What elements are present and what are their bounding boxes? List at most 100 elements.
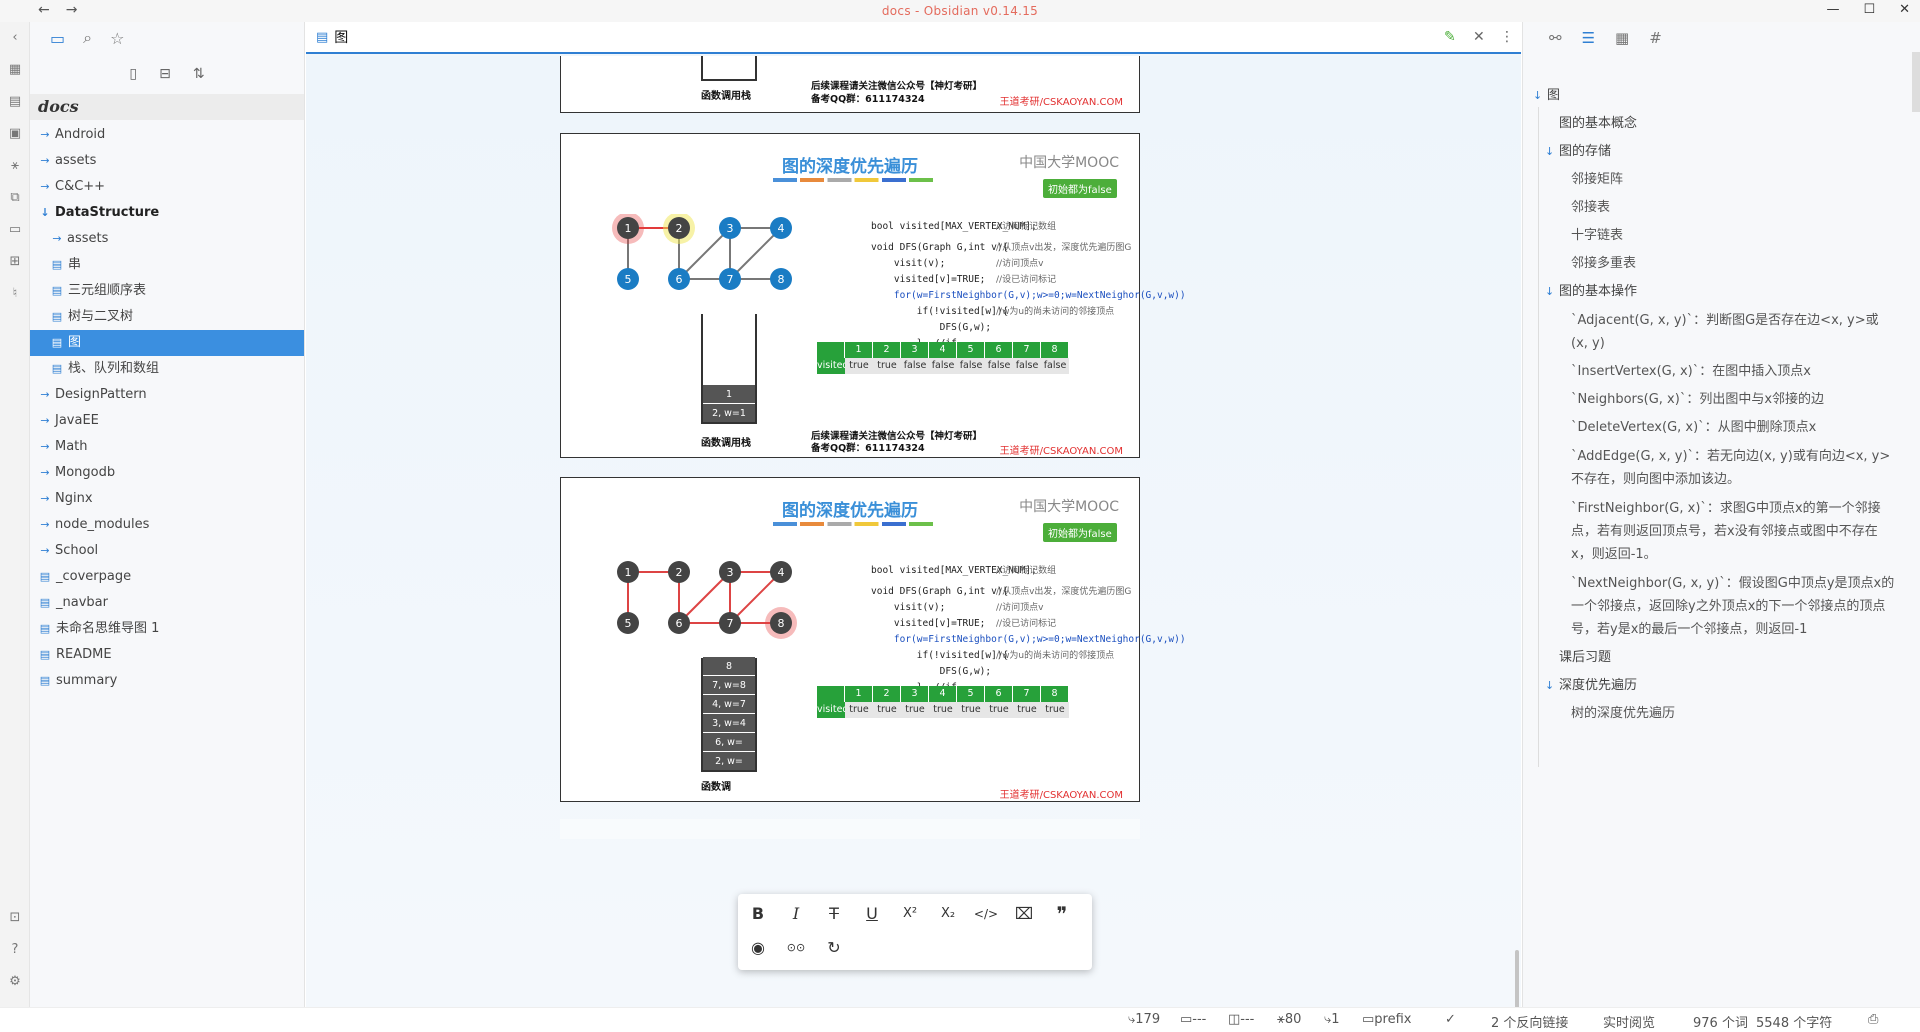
status-item[interactable]: ◫--- — [1228, 1012, 1254, 1027]
vault-switch-icon[interactable]: ⊡ — [7, 910, 23, 926]
tree-file[interactable]: ▤ _coverpage — [30, 564, 304, 590]
settings-gear-icon[interactable]: ⚙ — [7, 974, 23, 990]
reading-glasses-button[interactable]: ⊙⊙ — [782, 934, 810, 962]
note-title[interactable]: 图 — [334, 27, 348, 47]
table-icon[interactable]: ▦ — [7, 62, 23, 78]
tree-folder[interactable]: → School — [30, 538, 304, 564]
editor-scrollbar[interactable] — [1515, 950, 1519, 1010]
outline-heading[interactable]: 十字链表 — [1523, 222, 1913, 250]
search-icon[interactable]: ⌕ — [83, 28, 92, 48]
forward-icon[interactable]: → — [66, 2, 78, 18]
tree-file[interactable]: ▤ 串 — [30, 252, 304, 278]
status-item[interactable]: ▭--- — [1180, 1012, 1206, 1027]
outline-heading[interactable]: 树的深度优先遍历 — [1523, 700, 1913, 728]
outline-heading[interactable]: 图的基本概念 — [1523, 110, 1913, 138]
outline-heading[interactable]: `InsertVertex(G, x)`：在图中插入顶点x — [1523, 358, 1913, 386]
tree-folder[interactable]: ↓ DataStructure — [30, 200, 304, 226]
tree-folder[interactable]: → Mongodb — [30, 460, 304, 486]
redo-button[interactable]: ↻ — [820, 934, 848, 962]
outline-heading[interactable]: ↓ 图 — [1523, 82, 1913, 110]
chevron-down-icon[interactable]: ↓ — [1533, 82, 1547, 110]
collapse-sidebar-icon[interactable]: ‹ — [7, 30, 23, 46]
bold-button[interactable]: B — [744, 900, 772, 928]
microphone-icon[interactable]: ♮ — [7, 286, 23, 302]
close-tab-icon[interactable]: ✕ — [1473, 29, 1485, 45]
outline-heading[interactable]: `AddEdge(G, x, y)`：若无向边(x, y)或有向边<x, y>不… — [1523, 442, 1913, 494]
chevron-down-icon[interactable]: ↓ — [1545, 278, 1559, 306]
subscript-button[interactable]: X₂ — [934, 900, 962, 928]
status-item[interactable]: ⚹80 — [1277, 1012, 1301, 1027]
table-alt-icon[interactable]: ▤ — [7, 94, 23, 110]
sync-check-icon[interactable]: ✓ — [1445, 1012, 1456, 1027]
tree-folder[interactable]: → assets — [30, 148, 304, 174]
quote-button[interactable]: ❞ — [1048, 900, 1076, 928]
outline-heading[interactable]: 课后习题 — [1523, 644, 1913, 672]
tree-file[interactable]: ▤ 未命名思维导图 1 — [30, 616, 304, 642]
tree-file[interactable]: ▤ 树与二叉树 — [30, 304, 304, 330]
star-icon[interactable]: ☆ — [110, 29, 124, 48]
folder-tab-icon[interactable]: ▭ — [50, 29, 65, 48]
more-options-icon[interactable]: ⋮ — [1500, 29, 1514, 45]
backlinks-icon[interactable]: ⚯ — [1549, 29, 1562, 47]
tree-folder[interactable]: → Nginx — [30, 486, 304, 512]
backlinks-status[interactable]: 2 个反向链接 — [1491, 1012, 1568, 1031]
tree-file[interactable]: ▤ 图 — [30, 330, 304, 356]
tag-hash-icon[interactable]: # — [1649, 29, 1662, 47]
close-window-button[interactable]: ✕ — [1899, 2, 1910, 17]
outline-heading[interactable]: `DeleteVertex(G, x)`：从图中删除顶点x — [1523, 414, 1913, 442]
help-icon[interactable]: ? — [7, 942, 23, 958]
preview-eye-button[interactable]: ◉ — [744, 934, 772, 962]
edit-pencil-icon[interactable]: ✎ — [1444, 29, 1456, 45]
code-block-button[interactable]: ⌧ — [1010, 900, 1038, 928]
italic-button[interactable]: I — [782, 900, 810, 928]
new-folder-icon[interactable]: ⊟ — [159, 66, 171, 82]
tree-folder[interactable]: → Android — [30, 122, 304, 148]
tree-file[interactable]: ▤ README — [30, 642, 304, 668]
outline-heading[interactable]: `Adjacent(G, x, y)`：判断图G是否存在边<x, y>或(x, … — [1523, 306, 1913, 358]
tree-folder[interactable]: → node_modules — [30, 512, 304, 538]
tree-file[interactable]: ▤ _navbar — [30, 590, 304, 616]
vault-name[interactable]: docs — [30, 94, 304, 120]
tree-folder[interactable]: → C&C++ — [30, 174, 304, 200]
strikethrough-button[interactable]: T — [820, 900, 848, 928]
table-view-icon[interactable]: ▦ — [1615, 29, 1629, 47]
sort-icon[interactable]: ⇅ — [193, 66, 205, 82]
inline-code-button[interactable]: </> — [972, 900, 1000, 928]
tree-file[interactable]: ▤ 栈、队列和数组 — [30, 356, 304, 382]
editing-mode[interactable]: 实时阅览 — [1603, 1012, 1655, 1031]
outline-heading[interactable]: ↓ 深度优先遍历 — [1523, 672, 1913, 700]
tree-folder[interactable]: → assets — [30, 226, 304, 252]
maximize-button[interactable]: ☐ — [1863, 2, 1875, 17]
template-icon[interactable]: ▣ — [7, 126, 23, 142]
tree-folder[interactable]: → DesignPattern — [30, 382, 304, 408]
tree-file[interactable]: ▤ summary — [30, 668, 304, 694]
underline-button[interactable]: U — [858, 900, 886, 928]
outline-heading[interactable]: 邻接矩阵 — [1523, 166, 1913, 194]
outline-heading[interactable]: ↓ 图的存储 — [1523, 138, 1913, 166]
chevron-down-icon[interactable]: ↓ — [1545, 138, 1559, 166]
print-icon[interactable]: ⎙ — [1868, 1012, 1878, 1027]
backlink-count[interactable]: ⤷179 — [1128, 1012, 1160, 1027]
chevron-down-icon[interactable]: ↓ — [1545, 672, 1559, 700]
minimize-button[interactable]: — — [1826, 2, 1839, 17]
graph-view-icon[interactable]: ⚹ — [7, 158, 23, 174]
outline-heading[interactable]: `NextNeighbor(G, x, y)`：假设图G中顶点y是顶点x的一个邻… — [1523, 569, 1913, 644]
outline-heading[interactable]: 邻接表 — [1523, 194, 1913, 222]
status-item[interactable]: ⤷1 — [1324, 1012, 1340, 1027]
outline-heading[interactable]: ↓ 图的基本操作 — [1523, 278, 1913, 306]
plugin-icon[interactable]: ⊞ — [7, 254, 23, 270]
outline-heading[interactable]: `FirstNeighbor(G, x)`：求图G中顶点x的第一个邻接点，若有则… — [1523, 494, 1913, 569]
outline-scrollbar[interactable] — [1912, 52, 1920, 112]
new-note-icon[interactable]: ▯ — [129, 66, 137, 82]
outline-list-icon[interactable]: ☰ — [1582, 29, 1595, 47]
back-icon[interactable]: ← — [38, 2, 50, 18]
copy-icon[interactable]: ⧉ — [7, 190, 23, 206]
slides-icon[interactable]: ▭ — [7, 222, 23, 238]
outline-heading[interactable]: `Neighbors(G, x)`：列出图中与x邻接的边 — [1523, 386, 1913, 414]
superscript-button[interactable]: X² — [896, 900, 924, 928]
tree-folder[interactable]: → Math — [30, 434, 304, 460]
prefix-status[interactable]: ▭prefix — [1362, 1012, 1412, 1027]
outline-heading[interactable]: 邻接多重表 — [1523, 250, 1913, 278]
tree-folder[interactable]: → JavaEE — [30, 408, 304, 434]
tree-file[interactable]: ▤ 三元组顺序表 — [30, 278, 304, 304]
